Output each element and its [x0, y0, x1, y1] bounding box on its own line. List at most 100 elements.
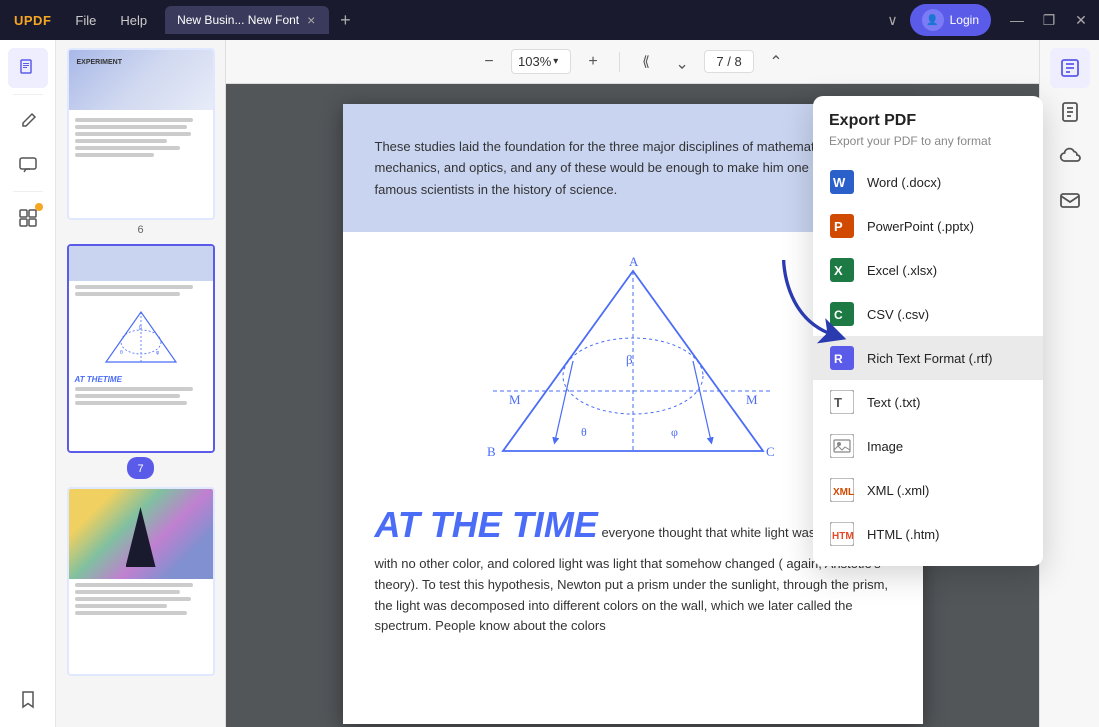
export-label-text: Text (.txt): [867, 395, 920, 410]
thumb-blue-top: EXPERIMENT: [69, 50, 213, 110]
titlebar-right: ∨ 👤 Login — ❐ ✕: [883, 4, 1091, 36]
close-button[interactable]: ✕: [1071, 10, 1091, 30]
export-label-word: Word (.docx): [867, 175, 941, 190]
excel-icon: X: [829, 257, 855, 283]
prev-page-button[interactable]: ⌃: [668, 48, 696, 76]
svg-text:β: β: [626, 352, 633, 367]
svg-text:M: M: [509, 392, 521, 407]
zoom-out-button[interactable]: −: [475, 48, 503, 76]
svg-text:A: A: [629, 256, 639, 269]
zoom-selector[interactable]: 103% ▾: [511, 49, 571, 74]
thumb-img-8[interactable]: [67, 487, 215, 676]
new-tab-button[interactable]: +: [331, 6, 359, 34]
thumbnail-panel: EXPERIMENT 6: [56, 40, 226, 727]
export-item-powerpoint[interactable]: P PowerPoint (.pptx): [813, 204, 1043, 248]
maximize-button[interactable]: ❐: [1039, 10, 1059, 30]
page-total-text: 8: [734, 54, 741, 69]
svg-text:W: W: [833, 175, 846, 190]
thumbnail-page-8[interactable]: [64, 487, 217, 676]
right-icon-mail[interactable]: [1050, 180, 1090, 220]
tabs-dropdown[interactable]: ∨: [883, 8, 901, 33]
tab-close-button[interactable]: ×: [305, 12, 317, 28]
sidebar-icon-separator1: [13, 94, 43, 95]
window-controls: — ❐ ✕: [1007, 10, 1091, 30]
svg-text:HTM: HTM: [832, 531, 854, 542]
sidebar-icon-separator2: [13, 191, 43, 192]
export-label-image: Image: [867, 439, 903, 454]
page-separator: /: [727, 54, 731, 69]
rtf-icon: R: [829, 345, 855, 371]
html-icon: HTM: [829, 521, 855, 547]
thumb7-diagram: β θ φ: [69, 303, 213, 371]
powerpoint-icon: P: [829, 213, 855, 239]
tab-label: New Busin... New Font: [177, 13, 299, 27]
sidebar-icon-edit[interactable]: [8, 101, 48, 141]
minimize-button[interactable]: —: [1007, 10, 1027, 30]
word-icon: W: [829, 169, 855, 195]
thumb-text-lines: [69, 114, 213, 164]
sidebar-icon-organize[interactable]: [8, 198, 48, 238]
thumb-img-6[interactable]: EXPERIMENT: [67, 48, 215, 220]
thumb-content-7: β θ φ AT THETIME: [69, 246, 213, 451]
titlebar: UPDF File Help New Busin... New Font × +…: [0, 0, 1099, 40]
export-label-xml: XML (.xml): [867, 483, 929, 498]
csv-icon: C: [829, 301, 855, 327]
svg-text:θ: θ: [120, 350, 123, 356]
avatar: 👤: [922, 9, 944, 31]
current-page[interactable]: 7 / 8: [704, 50, 754, 73]
app-logo: UPDF: [8, 10, 57, 31]
svg-text:T: T: [834, 395, 842, 410]
thumbnail-page-6[interactable]: EXPERIMENT 6: [64, 48, 217, 236]
tab-document[interactable]: New Busin... New Font ×: [165, 6, 329, 34]
svg-text:B: B: [487, 444, 496, 459]
export-label-excel: Excel (.xlsx): [867, 263, 937, 278]
export-item-excel[interactable]: X Excel (.xlsx): [813, 248, 1043, 292]
xml-icon: XML: [829, 477, 855, 503]
diagram-svg: A B C M M β θ φ: [443, 256, 823, 476]
export-item-html[interactable]: HTM HTML (.htm): [813, 512, 1043, 556]
zoom-dropdown-icon: ▾: [553, 56, 558, 67]
svg-text:C: C: [834, 308, 843, 322]
page-navigation: 7 / 8: [704, 50, 754, 73]
export-item-rtf[interactable]: R Rich Text Format (.rtf): [813, 336, 1043, 380]
export-item-text[interactable]: T Text (.txt): [813, 380, 1043, 424]
thumb-content-6: EXPERIMENT: [69, 50, 213, 218]
menu-help[interactable]: Help: [110, 9, 157, 32]
login-label: Login: [950, 13, 979, 27]
menu-file[interactable]: File: [65, 9, 106, 32]
svg-text:X: X: [834, 263, 843, 278]
export-item-xml[interactable]: XML XML (.xml): [813, 468, 1043, 512]
export-item-image[interactable]: Image: [813, 424, 1043, 468]
export-item-word[interactable]: W Word (.docx): [813, 160, 1043, 204]
thumb-label-7: 7: [137, 463, 143, 475]
right-icon-export[interactable]: [1050, 48, 1090, 88]
image-icon: [829, 433, 855, 459]
right-icon-cloud[interactable]: [1050, 136, 1090, 176]
svg-text:XML: XML: [833, 487, 854, 498]
export-item-csv[interactable]: C CSV (.csv): [813, 292, 1043, 336]
export-title: Export PDF: [813, 112, 1043, 134]
svg-text:R: R: [834, 352, 843, 366]
menu-bar: File Help: [65, 9, 157, 32]
pdf-toolbar: − 103% ▾ + ⟪ ⌃ 7 / 8 ⌃: [226, 40, 1039, 84]
thumb-img-7[interactable]: β θ φ AT THETIME: [67, 244, 215, 453]
thumbnail-page-7[interactable]: β θ φ AT THETIME 7: [64, 244, 217, 479]
zoom-value-text: 103%: [518, 54, 551, 69]
export-label-html: HTML (.htm): [867, 527, 939, 542]
right-icon-pdf[interactable]: [1050, 92, 1090, 132]
first-page-button[interactable]: ⟪: [632, 48, 660, 76]
thumb-content-8: [69, 489, 213, 674]
zoom-in-button[interactable]: +: [579, 48, 607, 76]
sidebar-icon-bookmark[interactable]: [8, 679, 48, 719]
sidebar-icon-comment[interactable]: [8, 145, 48, 185]
sidebar-left: [0, 40, 56, 727]
export-label-rtf: Rich Text Format (.rtf): [867, 351, 992, 366]
sidebar-icon-pages[interactable]: [8, 48, 48, 88]
next-page-button[interactable]: ⌃: [762, 48, 790, 76]
toolbar-divider: [619, 52, 620, 72]
text-icon: T: [829, 389, 855, 415]
thumb8-img: [69, 489, 213, 579]
login-button[interactable]: 👤 Login: [910, 4, 991, 36]
svg-text:C: C: [766, 444, 775, 459]
right-panel: [1039, 40, 1099, 727]
